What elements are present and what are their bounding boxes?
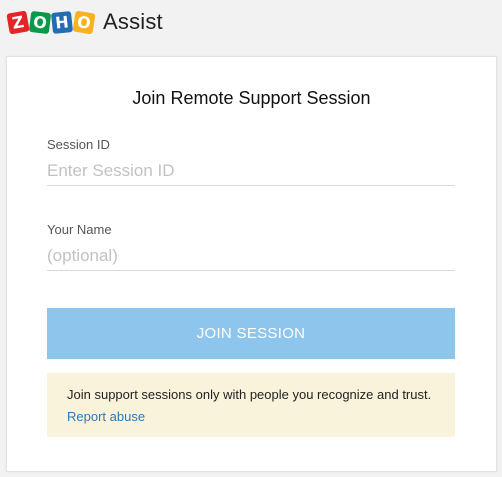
your-name-input[interactable] [47,242,455,271]
logo-letter: O [72,10,96,34]
logo-letter: H [50,10,74,34]
report-abuse-link[interactable]: Report abuse [67,409,145,424]
session-id-input[interactable] [47,157,455,186]
page-title: Join Remote Support Session [132,88,371,108]
join-session-button[interactable]: JOIN SESSION [47,308,455,359]
notice-text: Join support sessions only with people y… [67,387,432,402]
session-id-label: Session ID [47,137,110,152]
join-session-card: Join Remote Support Session Session ID Y… [6,56,497,472]
security-notice: Join support sessions only with people y… [47,373,455,437]
product-name: Assist [103,9,163,34]
zoho-logo: Z O H O [6,8,96,36]
logo-letter: O [28,10,52,34]
page: Z O H O Assist Join Remote Support Sessi… [0,0,502,477]
header-brand: Z O H O Assist [6,8,163,36]
your-name-label: Your Name [47,222,112,237]
logo-letter: Z [6,9,30,35]
